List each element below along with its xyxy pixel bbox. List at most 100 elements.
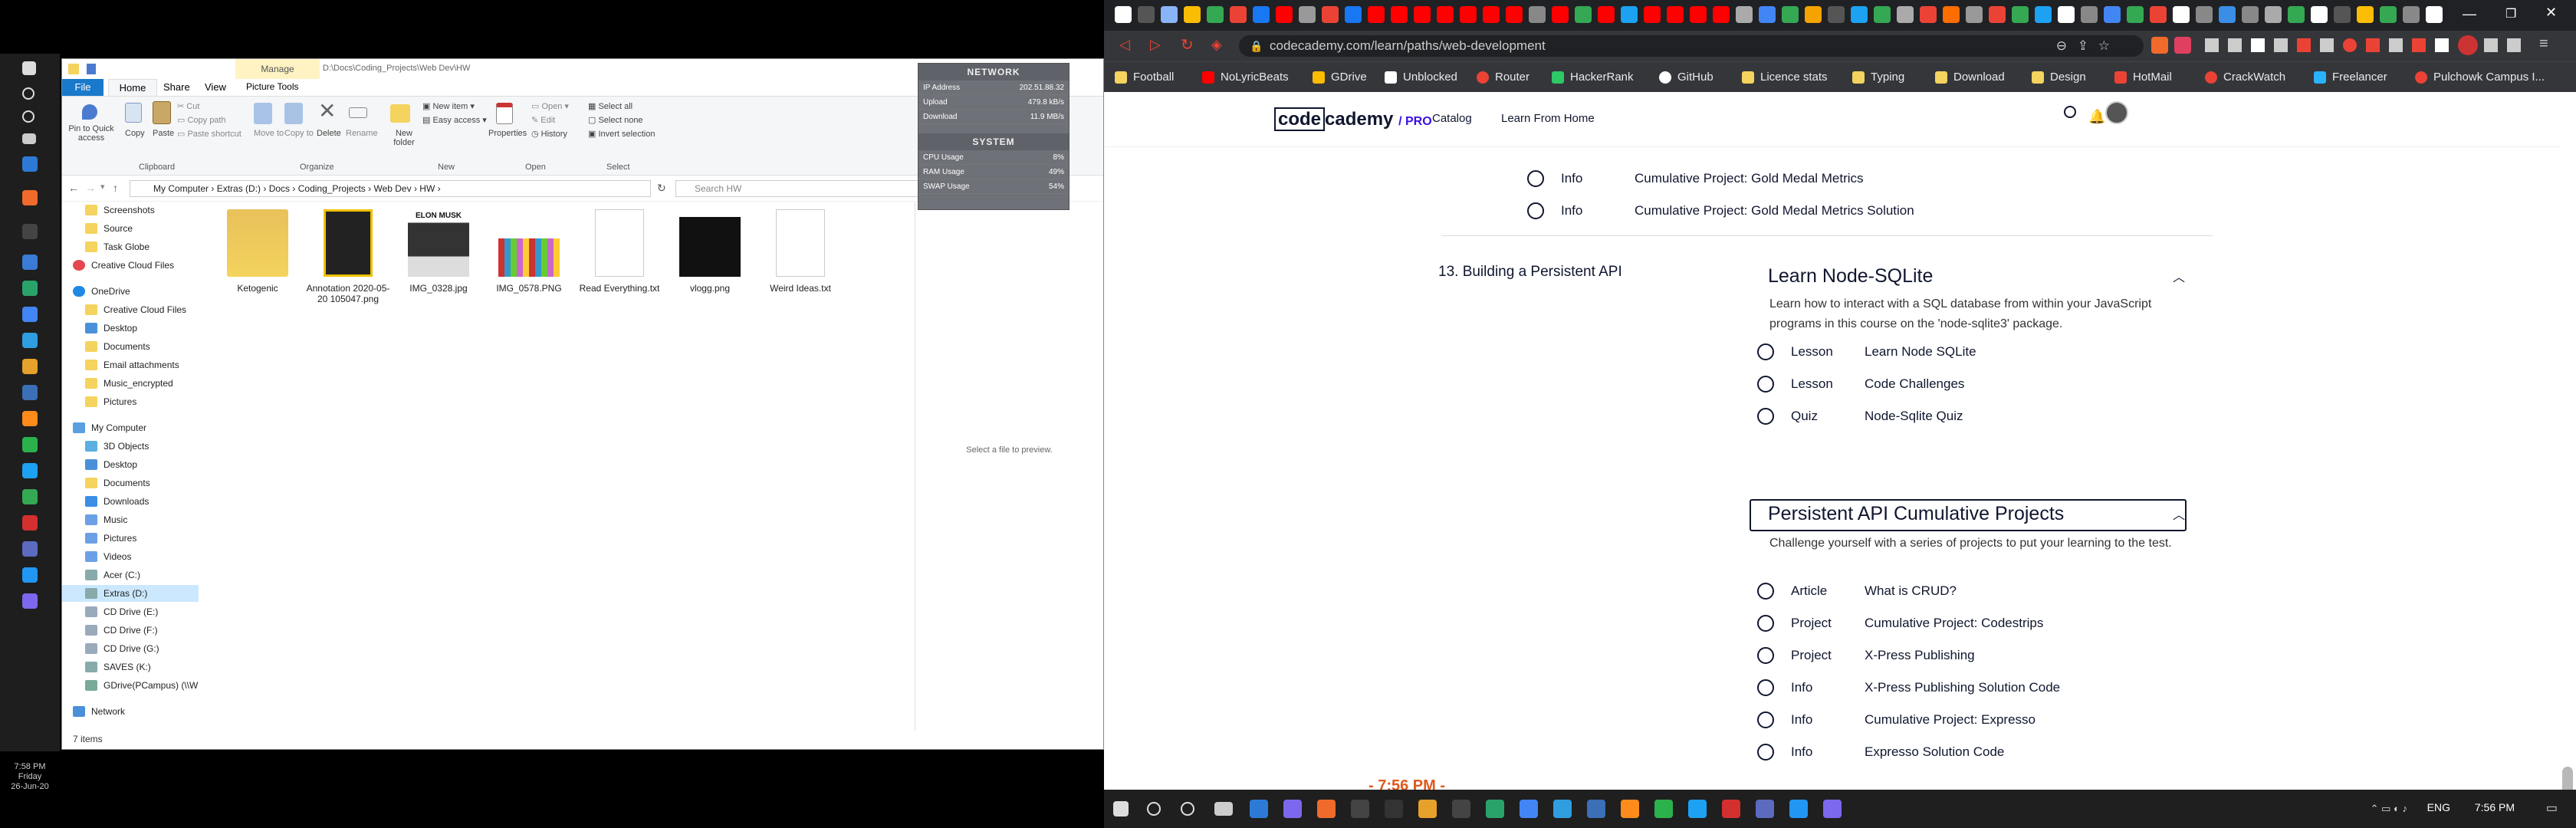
app-icon[interactable] (22, 411, 38, 426)
app-icon[interactable] (22, 567, 38, 583)
bookmark-item[interactable]: Download (1935, 62, 2005, 93)
nav-item[interactable]: CD Drive (F:) (85, 622, 158, 639)
chevron-up-icon[interactable]: ︿ (2173, 504, 2185, 522)
tab[interactable] (1598, 6, 1615, 23)
tab[interactable] (1828, 6, 1845, 23)
minimize-icon[interactable]: — (2463, 6, 2476, 22)
app-icon[interactable] (22, 593, 38, 609)
bookmark-item[interactable]: Unblocked (1385, 62, 1457, 93)
move-to-button[interactable]: Move to (254, 129, 284, 138)
nav-item[interactable]: GDrive(PCampus) (\\W (85, 677, 198, 694)
easy-access-button[interactable]: ▤ Easy access ▾ (422, 115, 487, 125)
bookmark-item[interactable]: Design (2032, 62, 2086, 93)
extension-icon[interactable] (2507, 38, 2521, 52)
breadcrumb-5[interactable]: HW (419, 183, 435, 194)
brave-rewards-icon[interactable] (2174, 37, 2191, 54)
content-row[interactable]: Project X-Press Publishing (1757, 642, 1975, 669)
bell-icon[interactable]: 🔔 (2088, 109, 2105, 125)
tab-file[interactable]: File (62, 79, 104, 96)
tab-picture-tools[interactable]: Picture Tools (246, 81, 298, 92)
content-row[interactable]: Lesson Code Challenges (1757, 371, 1964, 397)
tab[interactable] (2334, 6, 2351, 23)
tab[interactable] (1920, 6, 1937, 23)
content-row[interactable]: Article What is CRUD? (1757, 578, 1957, 604)
app-icon[interactable] (1250, 800, 1268, 818)
tab[interactable] (2288, 6, 2305, 23)
profile-avatar[interactable] (2458, 35, 2478, 55)
app-icon[interactable] (22, 385, 38, 400)
tab[interactable] (2219, 6, 2236, 23)
file-item[interactable]: Weird Ideas.txt (758, 209, 843, 294)
content-row[interactable]: Lesson Learn Node SQLite (1757, 339, 1976, 365)
tab[interactable] (1943, 6, 1960, 23)
extension-icon[interactable] (2274, 38, 2288, 52)
close-icon[interactable]: ✕ (2545, 5, 2557, 21)
nav-item[interactable]: CD Drive (E:) (85, 603, 158, 620)
breadcrumb-4[interactable]: Web Dev (373, 183, 411, 194)
recent-chevron-icon[interactable]: ▾ (100, 182, 105, 192)
windows-start-icon[interactable] (1113, 801, 1129, 816)
reload-icon[interactable]: ↻ (1181, 35, 1194, 54)
tab[interactable] (1552, 6, 1569, 23)
tab[interactable] (1253, 6, 1270, 23)
pin-to-quick-access-button[interactable]: Pin to Quick access (65, 124, 117, 143)
edit-button[interactable]: ✎ Edit (531, 115, 555, 125)
app-icon[interactable] (1621, 800, 1639, 818)
tab-view[interactable]: View (205, 81, 226, 93)
tab[interactable] (1805, 6, 1822, 23)
app-icon[interactable] (1351, 800, 1369, 818)
app-icon[interactable] (1789, 800, 1808, 818)
maximize-icon[interactable]: ❐ (2505, 6, 2516, 21)
tab[interactable] (2081, 6, 2098, 23)
app-icon[interactable] (22, 156, 38, 172)
tab-share[interactable]: Share (163, 81, 190, 93)
invert-selection-button[interactable]: ▣ Invert selection (588, 129, 655, 139)
codecademy-logo[interactable]: code cademy / PRO (1274, 107, 1432, 131)
bookmark-item[interactable]: HackerRank (1552, 62, 1634, 93)
tab[interactable] (1713, 6, 1730, 23)
search-box[interactable]: Search HW (675, 180, 936, 197)
tab[interactable] (1529, 6, 1546, 23)
content-row[interactable]: Info Cumulative Project: Gold Medal Metri… (1527, 198, 1914, 224)
tab[interactable] (1207, 6, 1224, 23)
tab[interactable] (1782, 6, 1799, 23)
content-row[interactable]: Quiz Node-Sqlite Quiz (1757, 403, 1963, 429)
bookmark-item[interactable]: Licence stats (1742, 62, 1828, 93)
tab[interactable] (1115, 6, 1132, 23)
bookmark-icon[interactable]: ◈ (1211, 37, 1222, 53)
nav-item[interactable]: My Computer (73, 419, 146, 436)
extension-icon[interactable] (2320, 38, 2334, 52)
app-icon[interactable] (1587, 800, 1605, 818)
section-title-node-sqlite[interactable]: Learn Node-SQLite (1768, 265, 1933, 288)
app-icon[interactable] (1654, 800, 1673, 818)
tab[interactable] (1621, 6, 1638, 23)
tab[interactable] (1322, 6, 1339, 23)
copy-path-button[interactable]: ▭ Copy path (177, 115, 226, 125)
tab[interactable] (2058, 6, 2075, 23)
breadcrumb-0[interactable]: My Computer (153, 183, 209, 194)
bookmark-item[interactable]: HotMail (2114, 62, 2172, 93)
copy-to-button[interactable]: Copy to (284, 129, 314, 138)
nav-learn-from-home[interactable]: Learn From Home (1501, 112, 1595, 125)
nav-item[interactable]: Videos (85, 548, 131, 565)
nav-catalog[interactable]: Catalog (1432, 112, 1472, 125)
rename-button[interactable]: Rename (346, 129, 378, 138)
tab[interactable] (1138, 6, 1155, 23)
tab[interactable] (2035, 6, 2052, 23)
extension-icon[interactable] (2366, 38, 2380, 52)
tab[interactable] (2380, 6, 2397, 23)
taskbar-clock[interactable]: 7:56 PM (2475, 801, 2515, 813)
open-button[interactable]: ▭ Open ▾ (531, 101, 569, 111)
app-icon[interactable] (1486, 800, 1504, 818)
section-title-persistent-api-projects[interactable]: Persistent API Cumulative Projects (1768, 503, 2064, 525)
extension-icon[interactable] (2205, 38, 2219, 52)
tab[interactable] (1299, 6, 1316, 23)
tab[interactable] (2265, 6, 2282, 23)
nav-item[interactable]: Creative Cloud Files (85, 301, 186, 318)
nav-item[interactable]: Screenshots (85, 202, 155, 219)
menu-icon[interactable]: ≡ (2539, 35, 2548, 53)
new-folder-button[interactable]: New folder (389, 129, 419, 147)
tab[interactable] (1851, 6, 1868, 23)
app-icon[interactable] (1520, 800, 1538, 818)
task-view-icon[interactable] (22, 133, 36, 144)
